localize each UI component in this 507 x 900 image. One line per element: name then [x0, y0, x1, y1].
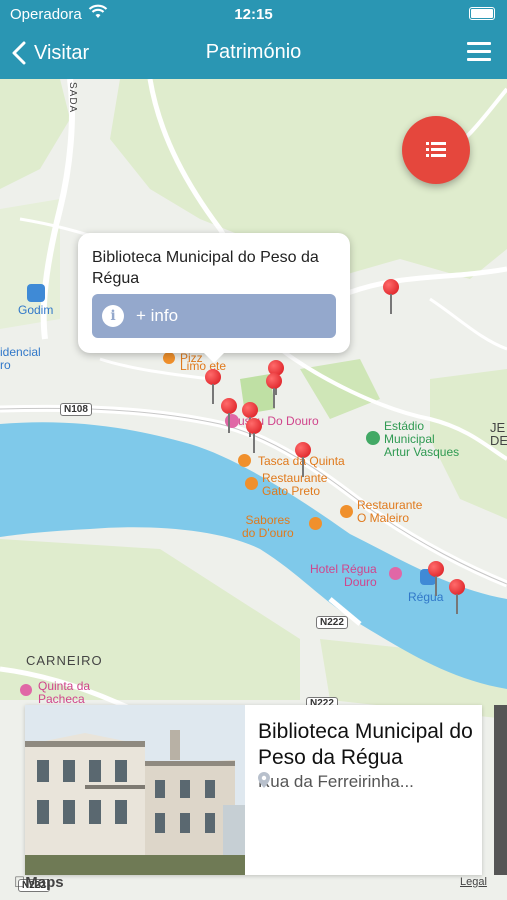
- list-view-button[interactable]: [402, 116, 470, 184]
- map-pin[interactable]: [266, 373, 282, 408]
- map-pin[interactable]: [449, 579, 465, 614]
- place-address: Rua da Ferreirinha...: [258, 772, 478, 792]
- hamburger-menu-icon[interactable]: [467, 42, 491, 62]
- apple-icon: : [14, 874, 25, 891]
- map-pin[interactable]: [246, 418, 262, 453]
- apple-maps-logo: Maps: [14, 874, 64, 891]
- winery-icon[interactable]: [20, 684, 32, 696]
- more-info-label: + info: [136, 306, 179, 325]
- road-tag-n108: N108: [60, 403, 92, 416]
- map-label-rest-maleiro: Restaurante O Maleiro: [357, 498, 423, 525]
- road-tag-n222: N222: [316, 616, 348, 629]
- callout-title: Biblioteca Municipal do Peso da Régua: [92, 249, 319, 287]
- info-icon: i: [102, 305, 124, 327]
- hotel-icon[interactable]: [389, 567, 402, 580]
- navigation-bar: Visitar Património: [0, 28, 507, 79]
- next-card-peek[interactable]: [494, 705, 507, 875]
- map-view[interactable]: Godim idencial ro SADA Pizz Limo ete ca …: [0, 79, 507, 900]
- place-card[interactable]: Biblioteca Municipal do Peso da Régua Ru…: [25, 705, 482, 875]
- address-text: Rua da Ferreirinha...: [258, 772, 414, 791]
- map-label-carneiro: CARNEIRO: [26, 653, 103, 668]
- restaurant-icon[interactable]: [238, 454, 251, 467]
- map-label-je: JE DE: [490, 420, 507, 448]
- place-photo: [25, 705, 245, 875]
- page-title: Património: [205, 41, 302, 63]
- map-pin[interactable]: [428, 561, 444, 596]
- map-pin[interactable]: [205, 369, 221, 404]
- restaurant-icon[interactable]: [340, 505, 353, 518]
- location-pin-icon: [258, 772, 270, 788]
- map-pin[interactable]: [383, 279, 399, 314]
- map-label-pacheca: Quinta da Pacheca: [38, 679, 91, 706]
- list-icon: [426, 142, 446, 157]
- map-label-sada: SADA: [67, 82, 78, 114]
- place-title: Biblioteca Municipal do Peso da Régua: [258, 720, 473, 769]
- clock: 12:15: [234, 6, 273, 23]
- restaurant-icon[interactable]: [309, 517, 322, 530]
- map-label-sabores: Sabores do D'ouro: [242, 513, 294, 540]
- map-label-godim: Godim: [18, 284, 53, 317]
- more-info-button[interactable]: i + info: [92, 294, 336, 338]
- map-pin[interactable]: [295, 442, 311, 477]
- status-bar: Operadora 12:15: [0, 0, 507, 28]
- stadium-icon[interactable]: [366, 431, 380, 445]
- map-label-estadio: Estádio Municipal Artur Vasques: [384, 419, 460, 459]
- restaurant-icon[interactable]: [163, 352, 175, 364]
- map-label-hotel: Hotel Régua Douro: [310, 562, 377, 589]
- map-pin[interactable]: [221, 398, 237, 433]
- legal-link[interactable]: Legal: [460, 876, 487, 888]
- map-callout[interactable]: Biblioteca Municipal do Peso da Régua i …: [78, 233, 350, 363]
- battery-icon: [469, 7, 495, 20]
- restaurant-icon[interactable]: [245, 477, 258, 490]
- map-label-ro: ro: [0, 358, 11, 372]
